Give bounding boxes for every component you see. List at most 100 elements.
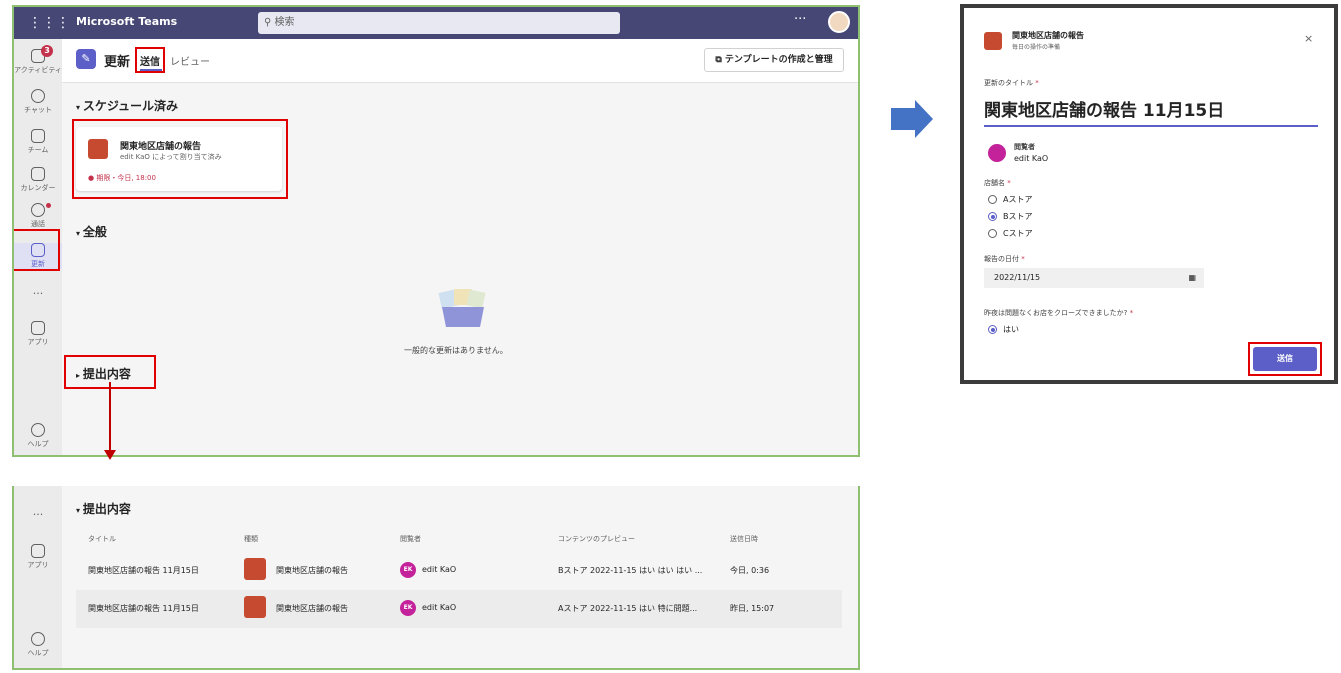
rail-item-apps[interactable]: アプリ <box>14 321 62 347</box>
rail-label: アプリ <box>27 561 49 569</box>
required-mark: * <box>1007 179 1011 187</box>
option-label: はい <box>1003 325 1019 334</box>
report-icon <box>244 558 266 580</box>
rail-item-apps[interactable]: アプリ <box>14 544 62 570</box>
table-row[interactable]: 関東地区店舗の報告 11月15日 関東地区店舗の報告 EK edit KaO B… <box>76 552 842 590</box>
viewer-avatar: EK <box>400 600 416 616</box>
down-arrow-head <box>104 450 116 460</box>
rail-more-button[interactable]: ··· <box>14 508 62 521</box>
down-arrow <box>109 382 111 452</box>
user-avatar[interactable] <box>828 11 850 33</box>
col-header-sent: 送信日時 <box>730 535 758 543</box>
rail-item-activity[interactable]: 3 アクティビティ <box>14 45 62 75</box>
radio-selected-icon <box>988 212 997 221</box>
rail-item-help[interactable]: ヘルプ <box>14 423 62 449</box>
col-header-viewer: 閲覧者 <box>400 535 421 543</box>
label-text: 更新のタイトル <box>984 79 1033 87</box>
right-arrow-head <box>915 100 933 138</box>
app-title: Microsoft Teams <box>76 15 178 28</box>
template-button-label: テンプレートの作成と管理 <box>724 55 833 65</box>
template-manage-button[interactable]: ⧉ テンプレートの作成と管理 <box>704 48 844 72</box>
tab-review[interactable]: レビュー <box>170 53 210 68</box>
template-icon: ⧉ <box>715 55 725 65</box>
option-label: Bストア <box>1003 212 1033 221</box>
radio-icon <box>988 229 997 238</box>
question-label: 昨夜は問題なくお店をクローズできましたか? * <box>984 308 1133 318</box>
section-general[interactable]: ▾ 全般 <box>76 223 107 240</box>
app-launcher-icon[interactable]: ⋮⋮⋮ <box>28 14 70 32</box>
highlight-card <box>72 119 288 199</box>
row-preview: Aストア 2022-11-15 はい 特に問題... <box>558 604 698 613</box>
radio-selected-icon <box>988 325 997 334</box>
rail-more-button[interactable]: ··· <box>14 287 62 300</box>
col-header-title: タイトル <box>88 535 116 543</box>
phone-icon <box>31 203 45 217</box>
rail-label: 通話 <box>31 220 45 228</box>
rail-item-chat[interactable]: チャット <box>14 89 62 115</box>
submitted-list-window: ··· アプリ ヘルプ ▾ 提出内容 タイトル 種類 閲覧者 コンテンツのプレビ… <box>12 486 860 670</box>
help-icon <box>31 632 45 646</box>
section-scheduled[interactable]: ▾ スケジュール済み <box>76 97 178 114</box>
close-icon[interactable]: × <box>1304 32 1313 45</box>
date-label: 報告の日付 * <box>984 254 1025 264</box>
title-bar: ⋮⋮⋮ Microsoft Teams ⚲ 検索 ··· <box>14 7 858 39</box>
update-form-dialog: 関東地区店舗の報告 毎日の操作の準備 × 更新のタイトル * 関東地区店舗の報告… <box>960 4 1338 384</box>
rail-item-calendar[interactable]: カレンダー <box>14 167 62 193</box>
section-title: 提出内容 <box>82 502 131 516</box>
chevron-down-icon: ▾ <box>76 103 83 112</box>
highlight-updates-rail <box>14 229 60 271</box>
section-scheduled-label: スケジュール済み <box>82 99 178 113</box>
search-input[interactable]: ⚲ 検索 <box>258 12 620 34</box>
dialog-subtitle: 毎日の操作の準備 <box>1012 44 1061 51</box>
store-option-c[interactable]: Cストア <box>988 228 1033 239</box>
answer-option-yes[interactable]: はい <box>988 324 1019 335</box>
required-mark: * <box>1035 79 1039 87</box>
viewer-avatar <box>988 144 1006 162</box>
rail-item-help[interactable]: ヘルプ <box>14 632 62 658</box>
empty-state-text: 一般的な更新はありません。 <box>404 346 508 355</box>
updates-app-icon: ✎ <box>76 49 96 69</box>
activity-badge: 3 <box>41 45 53 57</box>
app-name: 更新 <box>104 55 131 70</box>
chevron-down-icon: ▾ <box>76 506 83 515</box>
calendar-icon[interactable]: ▦ <box>1188 268 1196 288</box>
viewer-name: edit KaO <box>1014 154 1049 163</box>
app-rail: ··· アプリ ヘルプ <box>14 486 62 668</box>
rail-label: アクティビティ <box>14 66 62 74</box>
highlight-sent-tab <box>135 47 165 73</box>
table-row[interactable]: 関東地区店舗の報告 11月15日 関東地区店舗の報告 EK edit KaO A… <box>76 590 842 628</box>
report-icon <box>984 32 1002 50</box>
teams-icon <box>31 129 45 143</box>
rail-item-teams[interactable]: チーム <box>14 129 62 155</box>
right-arrow <box>891 108 917 130</box>
rail-label: ヘルプ <box>27 649 49 657</box>
title-input[interactable]: 関東地区店舗の報告 11月15日 <box>984 96 1224 121</box>
more-options-button[interactable]: ··· <box>794 12 806 27</box>
search-placeholder: 検索 <box>274 17 295 28</box>
col-header-preview: コンテンツのプレビュー <box>558 535 635 543</box>
store-label: 店舗名 * <box>984 178 1011 188</box>
option-label: Aストア <box>1003 195 1033 204</box>
store-option-a[interactable]: Aストア <box>988 194 1032 205</box>
row-preview: Bストア 2022-11-15 はい はい はい ... <box>558 566 703 575</box>
calendar-icon <box>31 167 45 181</box>
required-mark: * <box>1129 309 1134 317</box>
apps-icon <box>31 544 45 558</box>
report-icon <box>244 596 266 618</box>
row-sent: 今日, 0:36 <box>730 566 770 575</box>
field-title-label: 更新のタイトル * <box>984 78 1039 88</box>
rail-item-calls[interactable]: 通話 <box>14 203 62 229</box>
label-text: 店舗名 <box>984 179 1005 187</box>
updates-content: ✎ 更新 送信 レビュー ⧉ テンプレートの作成と管理 ▾ スケジュール済み 関… <box>62 39 858 455</box>
title-input-underline <box>984 125 1318 127</box>
store-option-b[interactable]: Bストア <box>988 211 1033 222</box>
rail-label: チーム <box>27 146 49 154</box>
row-title: 関東地区店舗の報告 11月15日 <box>88 566 199 575</box>
row-sent: 昨日, 15:07 <box>730 604 775 613</box>
date-input[interactable]: 2022/11/15 ▦ <box>984 268 1204 288</box>
tab-bar: ✎ 更新 送信 レビュー ⧉ テンプレートの作成と管理 <box>62 39 858 83</box>
dialog-title: 関東地区店舗の報告 <box>1012 31 1084 40</box>
section-submitted[interactable]: ▾ 提出内容 <box>76 500 131 517</box>
help-icon <box>31 423 45 437</box>
radio-icon <box>988 195 997 204</box>
